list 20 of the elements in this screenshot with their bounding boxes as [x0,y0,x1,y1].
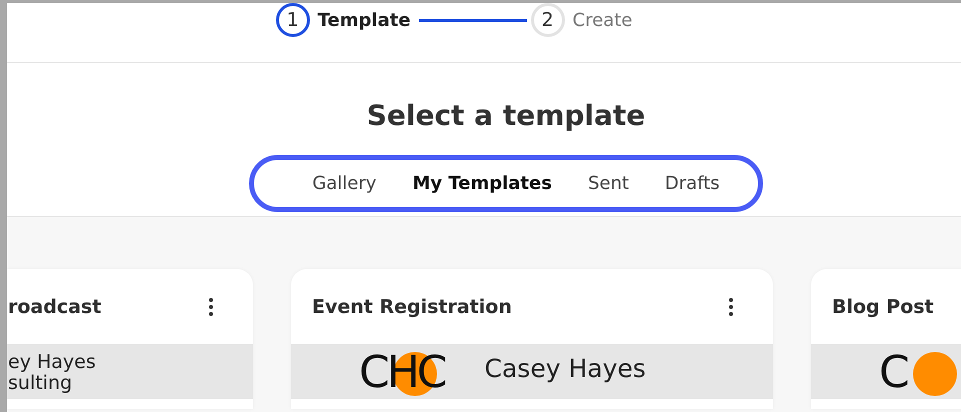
tab[interactable]: My Templates [412,169,552,198]
tab[interactable]: Gallery [312,169,376,198]
step-number: 1 [276,3,310,37]
tab[interactable]: Drafts [664,169,720,198]
preview-text: Casey Hayes [484,354,646,383]
logo: C [879,350,957,398]
card-title: Blog Post [832,296,934,318]
template-card[interactable]: Blog Post C [811,269,961,409]
step-label: Create [572,10,632,30]
step-number: 2 [530,3,565,37]
preview-text: ey Hayes [8,352,96,373]
page-title: Select a template [366,99,646,132]
tab[interactable]: Sent [588,169,629,198]
step-label: Template [318,10,411,30]
template-card[interactable]: roadcast ey Hayes sulting [7,269,253,409]
more-icon[interactable] [728,296,734,316]
preview-text: sulting [8,373,74,394]
card-title: roadcast [8,296,102,318]
card-title: Event Registration [312,296,512,318]
more-icon[interactable] [208,296,214,316]
